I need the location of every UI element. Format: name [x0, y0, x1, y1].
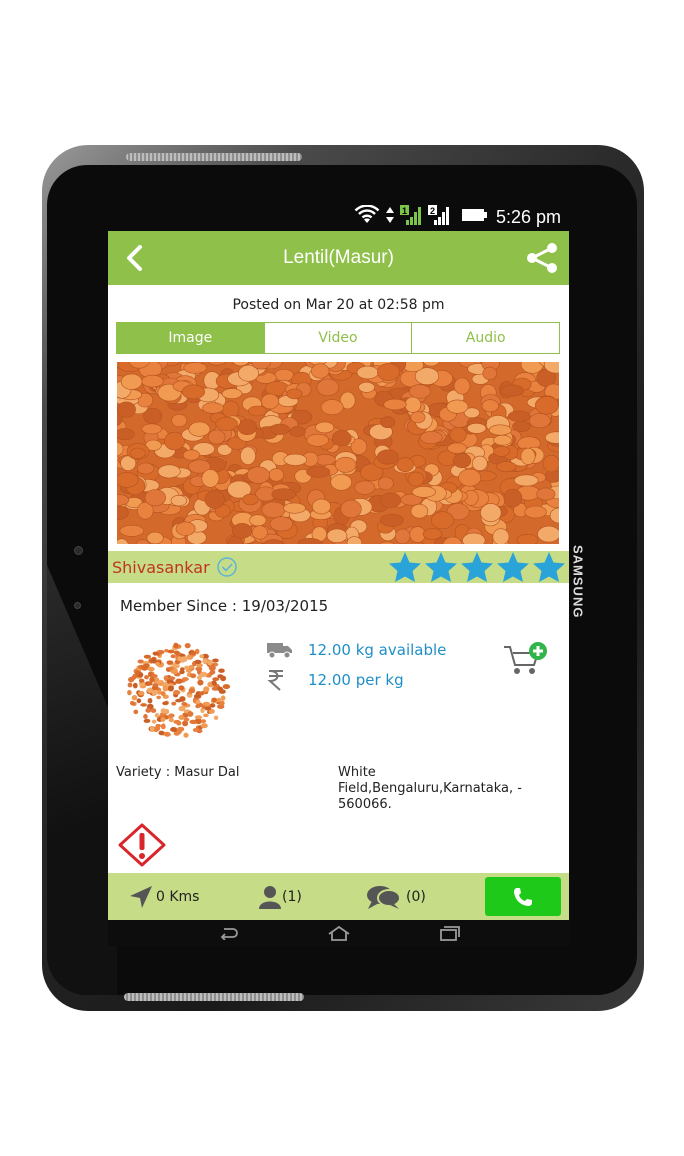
tab-image[interactable]: Image	[117, 323, 264, 353]
app-bar: Lentil(Masur)	[108, 231, 569, 285]
share-icon	[527, 243, 557, 273]
star-icon	[425, 552, 457, 582]
back-arrow-icon	[127, 245, 142, 271]
rupee-icon	[267, 670, 283, 691]
seller-bar: Shivasankar	[108, 551, 569, 583]
member-since: Member Since : 19/03/2015	[120, 597, 329, 615]
call-button[interactable]	[485, 877, 561, 916]
user-icon	[259, 885, 281, 909]
seller-info[interactable]: Shivasankar	[112, 556, 238, 578]
variety: Variety : Masur Dal	[116, 765, 240, 780]
home-nav-button[interactable]	[284, 925, 394, 941]
availability-row: 12.00 kg available	[266, 641, 446, 659]
battery-icon	[461, 208, 488, 227]
recents-nav-button[interactable]	[394, 925, 504, 941]
seller-address: White Field,Bengaluru,Karnataka, - 56006…	[338, 765, 522, 812]
seller-name[interactable]: Shivasankar	[112, 558, 210, 577]
product-photo[interactable]	[117, 362, 559, 544]
app-screen: Lentil(Masur) Posted on Mar 20 at 02:58 …	[108, 231, 569, 920]
warning-icon	[118, 823, 166, 867]
wifi-icon	[354, 203, 380, 230]
status-bar: 1 2 5:26 pm	[108, 203, 569, 231]
star-icon	[533, 552, 565, 582]
nav-recents-icon	[439, 926, 460, 941]
verified-check-icon	[216, 557, 237, 577]
top-speaker	[126, 153, 302, 161]
add-cart-icon	[504, 642, 547, 674]
media-tabs: Image Video Audio	[116, 322, 560, 354]
star-icon	[497, 552, 529, 582]
truck-icon	[267, 643, 292, 659]
users-item[interactable]: (1)	[258, 885, 302, 909]
sim2-label: 2	[429, 205, 435, 216]
distance-item[interactable]: 0 Kms	[128, 884, 199, 910]
chat-bubbles-icon	[367, 885, 401, 909]
price-row: 12.00 per kg	[266, 669, 404, 691]
system-nav-bar	[108, 920, 569, 946]
page-title: Lentil(Masur)	[283, 247, 394, 268]
tab-audio[interactable]: Audio	[411, 323, 559, 353]
brand-label: SAMSUNG	[570, 545, 586, 619]
back-nav-button[interactable]	[174, 926, 284, 940]
tab-video[interactable]: Video	[263, 323, 412, 353]
product-thumbnail[interactable]	[122, 635, 234, 745]
report-button[interactable]	[117, 823, 167, 871]
share-button[interactable]	[515, 231, 569, 285]
sim1-signal-icon: 1	[399, 204, 422, 230]
nav-home-icon	[327, 925, 350, 941]
sim1-label: 1	[401, 205, 407, 216]
nav-back-icon	[220, 928, 238, 940]
comments-item[interactable]: (0)	[366, 883, 426, 911]
posted-date: Posted on Mar 20 at 02:58 pm	[232, 297, 445, 313]
bottom-speaker	[124, 993, 304, 1001]
distance-value: 0 Kms	[156, 888, 200, 905]
sensor-dot	[74, 602, 81, 609]
bottom-bar: 0 Kms (1) (0)	[108, 873, 569, 920]
star-icon	[461, 552, 493, 582]
navigation-arrow-icon	[130, 885, 152, 908]
phone-icon	[514, 887, 532, 906]
users-count: (1)	[282, 888, 302, 905]
price-per-kg: 12.00 per kg	[308, 671, 404, 689]
seller-rating	[387, 551, 567, 583]
sim2-signal-icon: 2	[427, 204, 450, 230]
clock: 5:26 pm	[495, 206, 561, 227]
camera-dot	[74, 546, 83, 555]
data-arrows-icon	[385, 206, 394, 228]
add-to-cart-button[interactable]	[502, 641, 550, 681]
comments-count: (0)	[406, 888, 426, 905]
star-icon	[389, 552, 421, 582]
available-quantity: 12.00 kg available	[308, 641, 447, 659]
back-button[interactable]	[108, 231, 162, 285]
